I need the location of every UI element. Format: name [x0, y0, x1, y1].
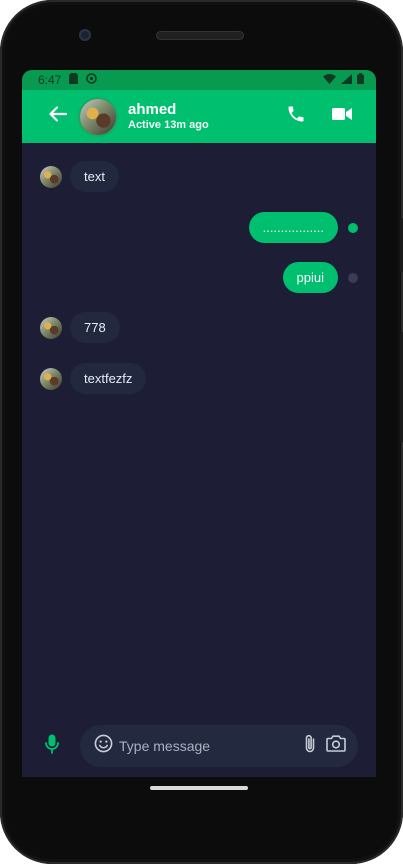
- emoji-button[interactable]: [94, 734, 113, 758]
- message-row: ppiui: [282, 262, 358, 293]
- microphone-icon: [45, 734, 59, 759]
- status-time: 6:47: [38, 73, 62, 87]
- home-gesture-bar[interactable]: [150, 786, 248, 790]
- wifi-icon: [323, 73, 336, 87]
- message-row: textfezfz: [40, 363, 147, 394]
- message-list[interactable]: text ................. ppiui 778 textfez…: [22, 143, 376, 703]
- front-camera: [79, 29, 91, 41]
- contact-info[interactable]: ahmed Active 13m ago: [128, 101, 284, 132]
- contact-avatar[interactable]: [80, 98, 116, 135]
- arrow-left-icon: [49, 106, 68, 127]
- message-row: text: [40, 161, 119, 192]
- video-camera-icon: [332, 106, 352, 127]
- message-row: 778: [40, 312, 120, 343]
- composer: [22, 724, 376, 768]
- phone-icon: [286, 104, 306, 129]
- back-button[interactable]: [44, 103, 72, 131]
- contact-status: Active 13m ago: [128, 119, 209, 131]
- smiley-icon: [94, 734, 113, 758]
- signal-icon: [341, 73, 352, 87]
- sender-avatar: [40, 367, 62, 390]
- sender-avatar: [40, 316, 62, 339]
- message-row: .................: [248, 212, 358, 243]
- voice-record-button[interactable]: [42, 734, 62, 758]
- voice-call-button[interactable]: [284, 105, 308, 129]
- camera-icon: [326, 735, 346, 757]
- seen-receipt-indicator: [348, 222, 358, 233]
- outgoing-message-bubble[interactable]: .................: [248, 212, 338, 243]
- incoming-message-bubble[interactable]: 778: [70, 312, 120, 343]
- shield-icon: [86, 73, 98, 87]
- phone-frame: 6:47 ahmed Active 13m ago text .........…: [0, 0, 403, 864]
- contact-name: ahmed: [128, 101, 177, 118]
- sim-card-icon: [69, 73, 79, 87]
- message-input-container: [80, 725, 358, 767]
- screen: 6:47 ahmed Active 13m ago text .........…: [22, 70, 376, 777]
- outgoing-message-bubble[interactable]: ppiui: [282, 262, 338, 293]
- sender-avatar: [40, 165, 62, 188]
- camera-button[interactable]: [326, 735, 346, 757]
- status-bar: 6:47: [22, 70, 376, 90]
- chat-header: ahmed Active 13m ago: [22, 90, 376, 143]
- battery-icon: [357, 73, 364, 87]
- incoming-message-bubble[interactable]: text: [70, 161, 119, 192]
- attach-button[interactable]: [304, 734, 316, 759]
- paperclip-icon: [304, 734, 316, 759]
- earpiece-speaker: [156, 31, 244, 40]
- video-call-button[interactable]: [330, 105, 354, 129]
- message-input[interactable]: [119, 738, 304, 754]
- sent-receipt-indicator: [348, 272, 358, 283]
- incoming-message-bubble[interactable]: textfezfz: [70, 363, 147, 394]
